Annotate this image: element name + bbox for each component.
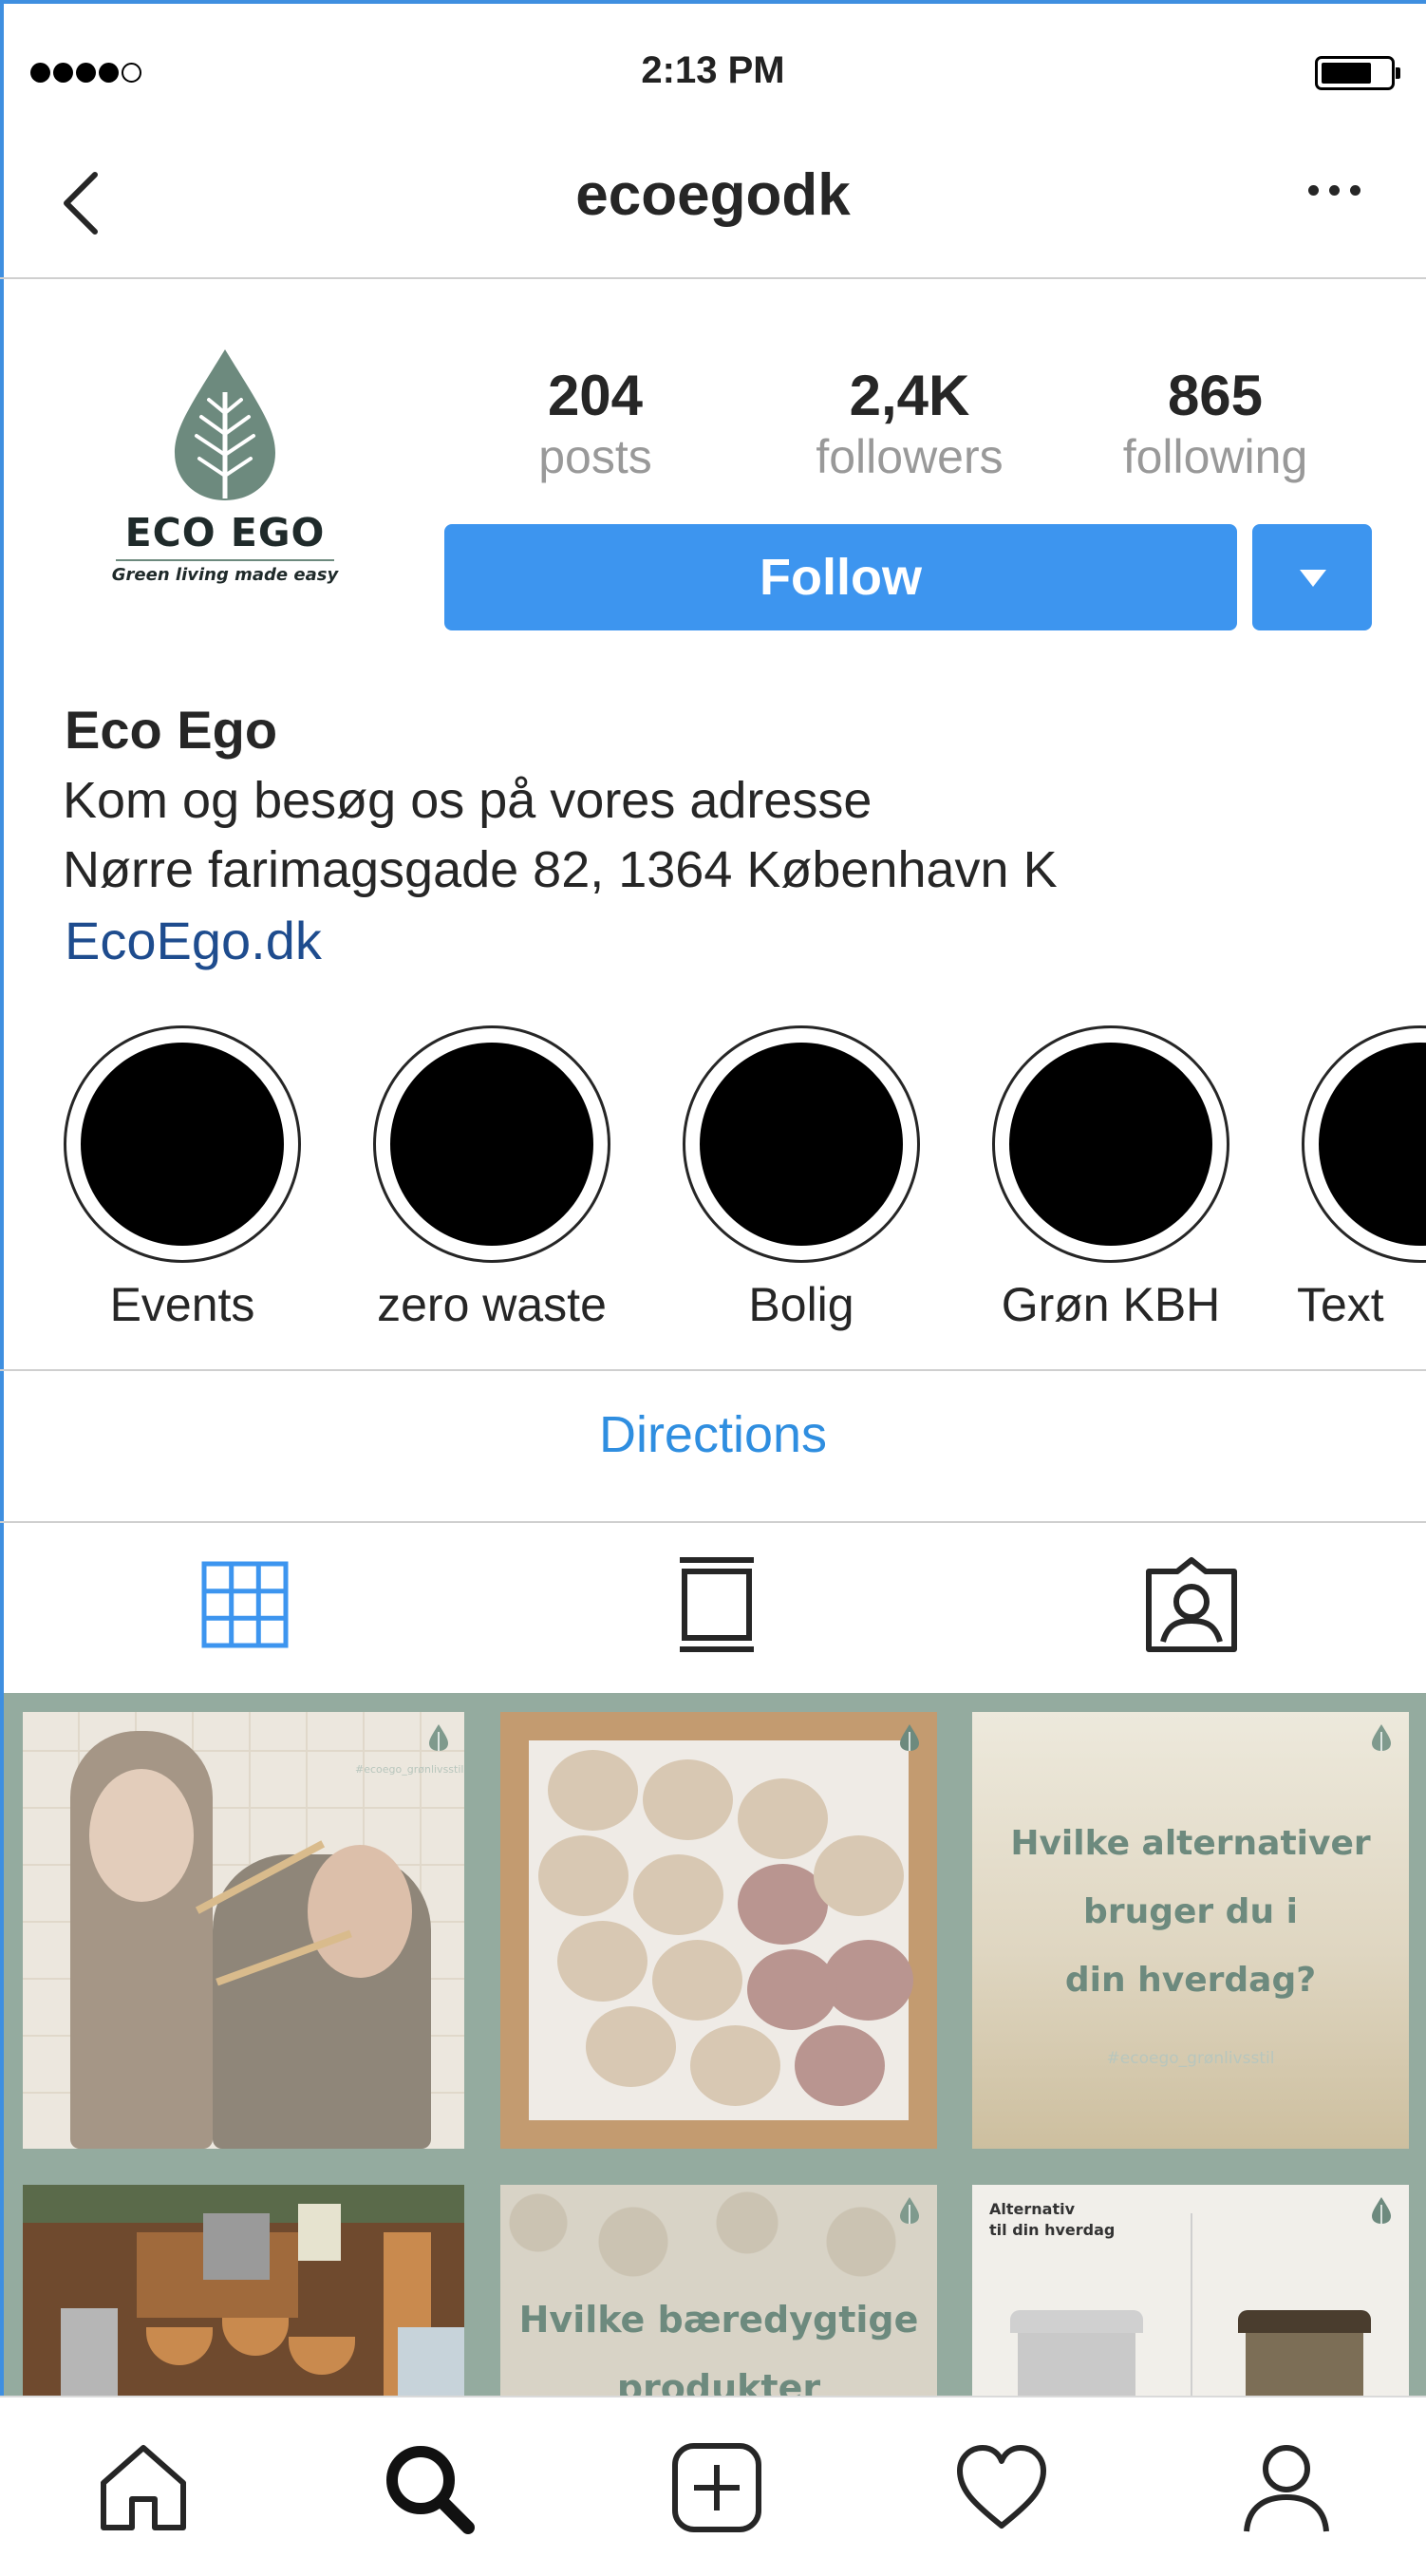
logo-underline xyxy=(116,559,334,561)
metal-pot xyxy=(61,2308,118,2396)
posts-grid: #ecoego_grønlivsstil Hvilke alternativer… xyxy=(4,1693,1426,2396)
post-hashtag: #ecoego_grønlivsstil xyxy=(355,1763,464,1776)
stat-value: 204 xyxy=(547,364,644,427)
bio-name: Eco Ego xyxy=(65,700,278,760)
home-icon[interactable] xyxy=(96,2440,191,2535)
heart-icon[interactable] xyxy=(954,2440,1049,2535)
status-bar: 2:13 PM xyxy=(0,0,1426,142)
grid-view-icon[interactable] xyxy=(193,1552,297,1657)
bio-line: Kom og besøg os på vores adresse xyxy=(63,772,872,829)
leaf-watermark-icon xyxy=(1372,1724,1391,1751)
logs-bg xyxy=(500,2185,937,2396)
divider xyxy=(1191,2213,1192,2396)
highlight-label: zero waste xyxy=(377,1278,607,1331)
search-icon[interactable] xyxy=(381,2440,476,2535)
clock: 2:13 PM xyxy=(641,49,785,91)
feed-view-icon[interactable] xyxy=(665,1552,769,1657)
leaf-watermark-icon xyxy=(900,2197,919,2224)
highlight-ring xyxy=(683,1025,920,1263)
metal-pot xyxy=(203,2213,270,2280)
more-options-icon[interactable] xyxy=(1308,185,1365,204)
divider xyxy=(0,1369,1426,1371)
bio-line: Nørre farimagsgade 82, 1364 København K xyxy=(63,841,1058,898)
stat-value: 2,4K xyxy=(849,364,970,427)
post-tile[interactable]: #ecoego_grønlivsstil xyxy=(23,1712,464,2149)
person-face xyxy=(89,1769,194,1902)
profile-avatar[interactable]: ECO EGO Green living made easy xyxy=(106,347,344,595)
stat-followers[interactable]: 2,4K followers xyxy=(791,363,1028,484)
bamboo-cup xyxy=(1246,2333,1363,2396)
highlight-label: Text xyxy=(1297,1278,1384,1331)
post-tile[interactable]: Alternativ til din hverdag xyxy=(972,2185,1409,2396)
highlight-label: Events xyxy=(109,1278,255,1331)
cup-lid xyxy=(1238,2310,1371,2333)
post-tile[interactable] xyxy=(500,1712,937,2149)
cotton-pads xyxy=(548,1750,638,1831)
leaf-watermark-icon xyxy=(1372,2197,1391,2224)
bio-website-link[interactable]: EcoEgo.dk xyxy=(65,910,322,971)
stat-value: 865 xyxy=(1167,364,1264,427)
stat-label: followers xyxy=(816,430,1004,483)
metal-pot xyxy=(398,2327,464,2396)
highlight-ring xyxy=(992,1025,1229,1263)
post-headline: Hvilke bæredygtige xyxy=(518,2299,919,2341)
logo-wordmark: ECO EGO xyxy=(124,510,326,555)
post-caption: Alternativ xyxy=(989,2200,1076,2218)
highlight-label: Grøn KBH xyxy=(1001,1278,1221,1331)
post-tile[interactable] xyxy=(23,2185,464,2396)
leaf-watermark-icon xyxy=(429,1724,448,1751)
leaf-watermark-icon xyxy=(900,1724,919,1751)
suggested-dropdown-button[interactable] xyxy=(1252,524,1372,630)
highlight-label: Bolig xyxy=(748,1278,854,1331)
post-headline: Hvilke alternativer xyxy=(1010,1824,1371,1863)
battery-icon xyxy=(1315,56,1400,90)
post-headline: bruger du i xyxy=(1083,1892,1298,1931)
caret-down-icon xyxy=(1300,570,1326,587)
bottom-tab-bar xyxy=(0,2396,1426,2576)
logo-tagline: Green living made easy xyxy=(111,565,339,585)
post-tile[interactable]: Hvilke bæredygtige produkter xyxy=(500,2185,937,2396)
tagged-photos-icon[interactable] xyxy=(1139,1552,1244,1657)
stat-posts[interactable]: 204 posts xyxy=(477,363,714,484)
cup-lid xyxy=(1010,2310,1143,2333)
follow-button[interactable]: Follow xyxy=(444,524,1237,630)
reusable-cup xyxy=(1018,2333,1135,2396)
product-card xyxy=(298,2204,341,2261)
divider xyxy=(0,1521,1426,1523)
highlight-ring xyxy=(1302,1025,1426,1263)
profile-icon[interactable] xyxy=(1239,2440,1334,2535)
highlight-ring xyxy=(373,1025,610,1263)
leaf-logo-icon xyxy=(175,349,275,500)
directions-button[interactable]: Directions xyxy=(0,1405,1426,1464)
post-headline: din hverdag? xyxy=(1064,1961,1317,2000)
profile-username: ecoegodk xyxy=(575,162,851,228)
person-face xyxy=(308,1845,412,1978)
new-post-icon[interactable] xyxy=(669,2440,764,2535)
stat-label: posts xyxy=(538,430,652,483)
post-tile[interactable]: Hvilke alternativer bruger du i din hver… xyxy=(972,1712,1409,2149)
post-caption: til din hverdag xyxy=(989,2221,1116,2239)
stat-following[interactable]: 865 following xyxy=(1097,363,1334,484)
highlight-text-clip: Text xyxy=(1297,1025,1426,1367)
stat-label: following xyxy=(1122,430,1308,483)
post-headline: produkter xyxy=(616,2367,821,2396)
nav-bar: ecoegodk xyxy=(0,142,1426,279)
post-hashtag: #ecoego_grønlivsstil xyxy=(1106,2049,1275,2068)
wooden-bowls xyxy=(146,2327,213,2365)
highlight-ring xyxy=(64,1025,301,1263)
